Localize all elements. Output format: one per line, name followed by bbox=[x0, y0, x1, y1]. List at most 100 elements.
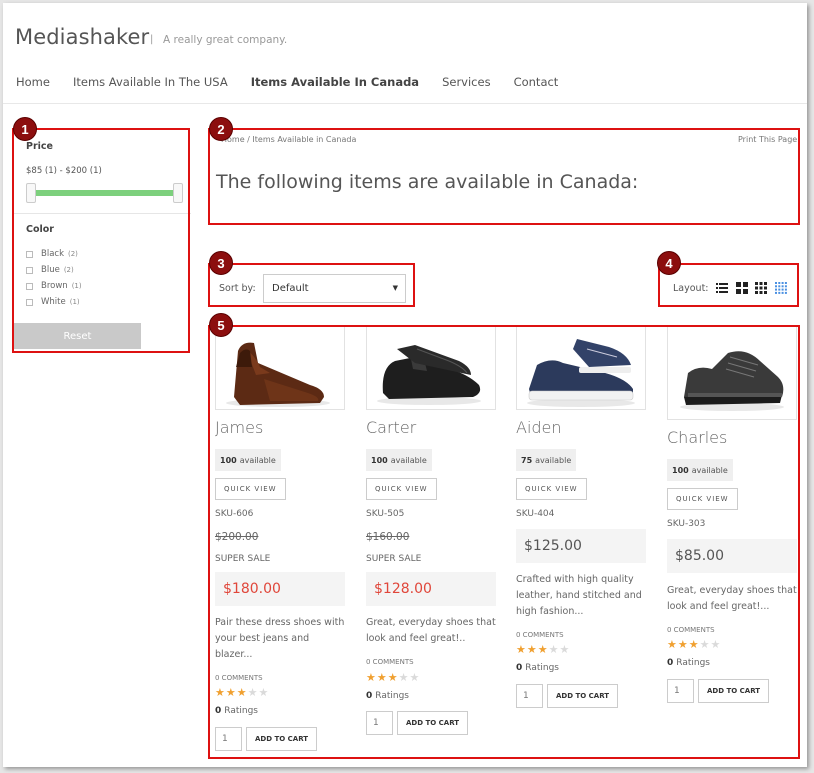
color-count: (2) bbox=[63, 266, 74, 274]
quick-view-button[interactable]: QUICK VIEW bbox=[667, 488, 738, 510]
nav-items-usa[interactable]: Items Available In The USA bbox=[73, 75, 228, 89]
color-label: Blue bbox=[41, 265, 60, 275]
star-icon: ★★★ bbox=[215, 686, 248, 699]
available-text: available bbox=[239, 455, 276, 465]
quick-view-button[interactable]: QUICK VIEW bbox=[366, 478, 437, 500]
browser-page: Mediashaker | A really great company. Ho… bbox=[3, 3, 807, 767]
available-count: 100 bbox=[371, 455, 388, 465]
brown-loafer-image bbox=[226, 342, 330, 407]
product-image[interactable] bbox=[366, 326, 496, 410]
color-count: (2) bbox=[68, 250, 78, 258]
reset-filters-button[interactable]: Reset bbox=[14, 323, 141, 349]
price-slider[interactable] bbox=[26, 182, 183, 204]
product-price: $180.00 bbox=[215, 572, 345, 606]
checkbox[interactable] bbox=[26, 250, 33, 258]
product-price: $128.00 bbox=[366, 572, 496, 606]
color-filter-title: Color bbox=[26, 224, 54, 235]
color-label: White bbox=[41, 297, 66, 307]
nav-home[interactable]: Home bbox=[16, 75, 50, 89]
chevron-down-icon: ▼ bbox=[392, 284, 398, 292]
add-to-cart-button[interactable]: ADD TO CART bbox=[547, 684, 619, 708]
price-filter-title: Price bbox=[26, 141, 53, 152]
gray-sneaker-image bbox=[680, 351, 784, 411]
color-option-brown[interactable]: Brown (1) bbox=[26, 278, 82, 294]
ratings-label: Ratings bbox=[676, 658, 710, 668]
comments-count[interactable]: 0 COMMENTS bbox=[366, 658, 414, 666]
color-count: (1) bbox=[71, 282, 82, 290]
checkbox[interactable] bbox=[26, 282, 33, 290]
available-text: available bbox=[691, 465, 728, 475]
color-option-black[interactable]: Black (2) bbox=[26, 246, 82, 262]
comments-count[interactable]: 0 COMMENTS bbox=[516, 631, 564, 639]
color-option-blue[interactable]: Blue (2) bbox=[26, 262, 82, 278]
list-view-icon[interactable] bbox=[715, 281, 729, 295]
quantity-input[interactable]: 1 bbox=[516, 684, 543, 708]
star-icon: ★★ bbox=[548, 643, 571, 656]
add-to-cart-button[interactable]: ADD TO CART bbox=[397, 711, 469, 735]
available-count: 75 bbox=[521, 455, 533, 465]
quick-view-button[interactable]: QUICK VIEW bbox=[516, 478, 587, 500]
product-image[interactable] bbox=[215, 326, 345, 410]
add-to-cart-button[interactable]: ADD TO CART bbox=[698, 679, 770, 703]
sale-label: SUPER SALE bbox=[215, 554, 271, 564]
print-page-link[interactable]: Print This Page bbox=[738, 135, 797, 144]
nav-services[interactable]: Services bbox=[442, 75, 491, 89]
sort-select[interactable]: Default ▼ bbox=[263, 274, 406, 303]
rating-stars[interactable]: ★★★★★ bbox=[667, 638, 721, 651]
quantity-input[interactable]: 1 bbox=[215, 727, 242, 751]
rating-stars[interactable]: ★★★★★ bbox=[366, 671, 420, 684]
nav-items-canada[interactable]: Items Available In Canada bbox=[251, 75, 419, 89]
price-slider-max-handle[interactable] bbox=[173, 183, 183, 203]
price-range-label: $85 (1) - $200 (1) bbox=[26, 166, 102, 176]
comments-count[interactable]: 0 COMMENTS bbox=[215, 674, 263, 682]
color-option-white[interactable]: White (1) bbox=[26, 294, 82, 310]
sort-label: Sort by: bbox=[219, 283, 256, 294]
available-count: 100 bbox=[672, 465, 689, 475]
ratings-count: 0 Ratings bbox=[667, 658, 710, 668]
star-icon: ★★ bbox=[699, 638, 722, 651]
layout-label: Layout: bbox=[673, 283, 709, 294]
rating-stars[interactable]: ★★★★★ bbox=[215, 686, 269, 699]
star-icon: ★★★ bbox=[667, 638, 700, 651]
ratings-count: 0 Ratings bbox=[215, 706, 258, 716]
breadcrumb[interactable]: Home / Items Available in Canada bbox=[221, 135, 356, 144]
ratings-count: 0 Ratings bbox=[366, 691, 409, 701]
quick-view-button[interactable]: QUICK VIEW bbox=[215, 478, 286, 500]
ratings-count: 0 Ratings bbox=[516, 663, 559, 673]
comments-count[interactable]: 0 COMMENTS bbox=[667, 626, 715, 634]
ratings-label: Ratings bbox=[224, 706, 258, 716]
ratings-number: 0 bbox=[516, 663, 523, 673]
site-logo[interactable]: Mediashaker bbox=[15, 25, 149, 49]
color-count: (1) bbox=[69, 298, 80, 306]
product-name[interactable]: Carter bbox=[366, 418, 416, 437]
callout-number-2: 2 bbox=[209, 117, 233, 141]
sale-label: SUPER SALE bbox=[366, 554, 422, 564]
quantity-input[interactable]: 1 bbox=[366, 711, 393, 735]
black-oxford-image bbox=[377, 345, 481, 405]
product-name[interactable]: Aiden bbox=[516, 418, 562, 437]
add-to-cart-button[interactable]: ADD TO CART bbox=[246, 727, 318, 751]
grid-3-icon[interactable] bbox=[754, 281, 768, 295]
product-sku: SKU-404 bbox=[516, 509, 555, 519]
price-slider-min-handle[interactable] bbox=[26, 183, 36, 203]
grid-4-icon[interactable] bbox=[774, 281, 788, 295]
rating-stars[interactable]: ★★★★★ bbox=[516, 643, 570, 656]
star-icon: ★★ bbox=[398, 671, 421, 684]
site-header: Mediashaker | A really great company. Ho… bbox=[3, 3, 807, 104]
brand-separator: | bbox=[150, 34, 154, 45]
availability-badge: 100 available bbox=[366, 449, 432, 471]
product-name[interactable]: Charles bbox=[667, 428, 727, 447]
quantity-input[interactable]: 1 bbox=[667, 679, 694, 703]
checkbox[interactable] bbox=[26, 298, 33, 306]
star-icon: ★★★ bbox=[516, 643, 549, 656]
product-sku: SKU-303 bbox=[667, 519, 706, 529]
product-name[interactable]: James bbox=[215, 418, 263, 437]
grid-2-icon[interactable] bbox=[735, 281, 749, 295]
ratings-label: Ratings bbox=[375, 691, 409, 701]
main-nav: Home Items Available In The USA Items Av… bbox=[16, 75, 558, 89]
product-image[interactable] bbox=[667, 326, 797, 420]
nav-contact[interactable]: Contact bbox=[514, 75, 559, 89]
checkbox[interactable] bbox=[26, 266, 33, 274]
price-slider-track bbox=[32, 190, 177, 196]
product-image[interactable] bbox=[516, 326, 646, 410]
